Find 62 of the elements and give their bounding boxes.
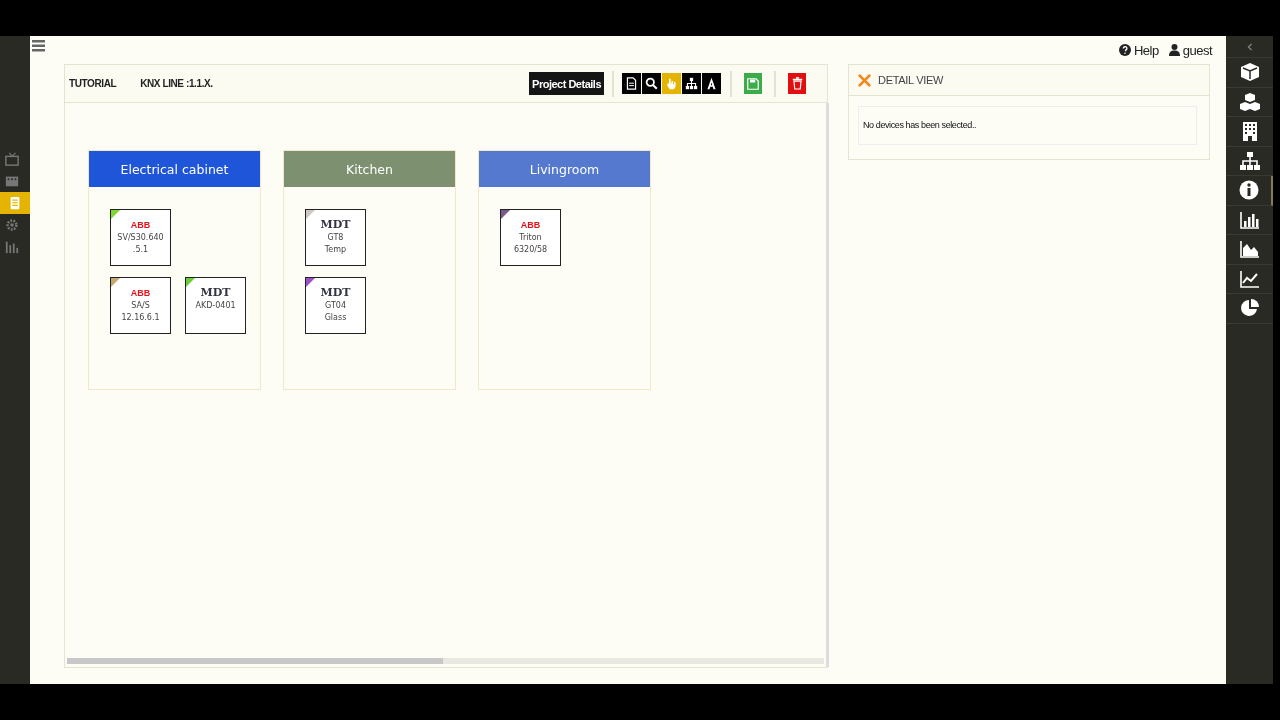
save-icon	[747, 77, 759, 90]
device-model: AKD-0401	[195, 300, 236, 312]
device-card[interactable]: ABB SV/S30.640 .5.1	[110, 209, 171, 266]
help-icon	[1118, 44, 1131, 56]
room-header[interactable]: Livingroom	[479, 151, 650, 187]
bar-chart-icon	[5, 240, 19, 254]
document-icon	[625, 77, 638, 90]
device-card[interactable]: MDT GT8 Temp	[305, 209, 366, 266]
project-details-button[interactable]: Project Details	[529, 72, 604, 95]
vendor-logo: MDT	[320, 286, 351, 300]
help-link[interactable]: Help	[1118, 42, 1159, 58]
bar-chart-icon	[1239, 209, 1260, 230]
vendor-logo: ABB	[130, 287, 151, 300]
device-model: Glass	[324, 312, 347, 324]
vendor-logo: ABB	[130, 219, 151, 232]
line-label: KNX LINE :1.1.X.	[140, 78, 213, 89]
trash-icon	[791, 77, 803, 90]
font-icon	[705, 77, 718, 90]
pie-chart-icon	[1239, 298, 1260, 319]
device-card[interactable]: ABB Triton 6320/58	[500, 209, 561, 266]
tool-button[interactable]	[622, 73, 641, 94]
device-model: SV/S30.640	[117, 232, 164, 244]
device-card[interactable]: ABB SA/S 12.16.6.1	[110, 277, 171, 334]
info-icon	[1238, 180, 1259, 201]
vendor-logo: ABB	[520, 219, 541, 232]
settings-icon	[5, 218, 19, 232]
device-model: GT04	[325, 300, 346, 312]
search-icon	[645, 77, 658, 90]
cubes-icon	[1239, 91, 1260, 112]
sitemap-icon	[1239, 150, 1260, 171]
device-model: 12.16.6.1	[121, 312, 160, 324]
device-model: 6320/58	[513, 244, 548, 256]
horizontal-scrollbar[interactable]	[67, 658, 824, 664]
document-icon	[8, 196, 22, 210]
tool-button[interactable]	[682, 73, 701, 94]
menu-icon[interactable]	[32, 40, 45, 52]
tv-icon	[5, 152, 19, 166]
tool-button[interactable]	[642, 73, 661, 94]
area-chart-icon	[1239, 239, 1260, 260]
device-card[interactable]: MDT AKD-0401	[185, 277, 246, 334]
tool-button[interactable]	[702, 73, 721, 94]
vendor-logo: MDT	[320, 218, 351, 232]
user-icon	[1168, 44, 1180, 56]
project-title: TUTORIAL	[69, 78, 117, 89]
device-model: SA/S	[131, 300, 150, 312]
save-button[interactable]	[744, 73, 762, 94]
delete-button[interactable]	[788, 73, 806, 94]
device-card[interactable]: MDT GT04 Glass	[305, 277, 366, 334]
room-header[interactable]: Electrical cabinet	[89, 151, 260, 187]
cube-icon	[1239, 62, 1260, 83]
film-icon	[5, 174, 19, 188]
device-model: .5.1	[132, 244, 149, 256]
empty-message: No devices has been selected..	[858, 106, 1197, 145]
vendor-logo: MDT	[200, 286, 231, 300]
device-model: Triton	[519, 232, 542, 244]
panel-title: DETAIL VIEW	[878, 74, 944, 86]
line-chart-icon	[1239, 268, 1260, 289]
device-model: GT8	[327, 232, 344, 244]
hand-icon	[665, 77, 678, 90]
user-menu[interactable]: guest	[1168, 42, 1212, 58]
sitemap-icon	[685, 77, 698, 90]
device-model: Temp	[324, 244, 347, 256]
